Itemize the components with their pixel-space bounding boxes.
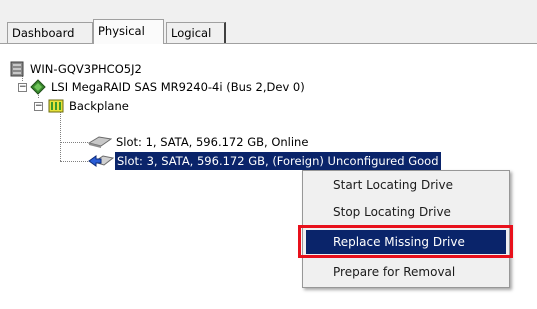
tree-line — [60, 108, 61, 161]
backplane-label: Backplane — [69, 99, 129, 113]
controller-label: LSI MegaRAID SAS MR9240-4i (Bus 2,Dev 0) — [51, 80, 305, 94]
tab-strip: Dashboard Physical Logical — [0, 0, 537, 44]
tab-physical[interactable]: Physical — [93, 19, 164, 44]
server-icon — [10, 61, 24, 77]
tree-line — [60, 142, 88, 143]
slot-1-label: Slot: 1, SATA, 596.172 GB, Online — [116, 135, 309, 149]
menu-item-replace-missing[interactable]: Replace Missing Drive — [306, 230, 506, 254]
backplane-icon — [48, 99, 64, 113]
controller-chip-icon — [30, 79, 46, 95]
tree-collapse-toggle[interactable]: − — [34, 102, 43, 111]
context-menu: Start Locating Drive Stop Locating Drive… — [302, 170, 510, 288]
server-name: WIN-GQV3PHCO5J2 — [30, 62, 142, 76]
hard-drive-icon — [88, 136, 112, 148]
menu-item-stop-locating[interactable]: Stop Locating Drive — [306, 200, 506, 224]
slot-3-label: Slot: 3, SATA, 596.172 GB, (Foreign) Unc… — [115, 152, 441, 170]
tab-dashboard[interactable]: Dashboard — [7, 22, 93, 43]
menu-item-prepare-removal[interactable]: Prepare for Removal — [306, 260, 506, 284]
menu-item-start-locating[interactable]: Start Locating Drive — [306, 173, 506, 197]
tree-collapse-toggle[interactable]: − — [18, 83, 27, 92]
tree-line — [60, 161, 88, 162]
foreign-drive-icon — [88, 155, 114, 167]
tab-logical[interactable]: Logical — [166, 22, 226, 43]
